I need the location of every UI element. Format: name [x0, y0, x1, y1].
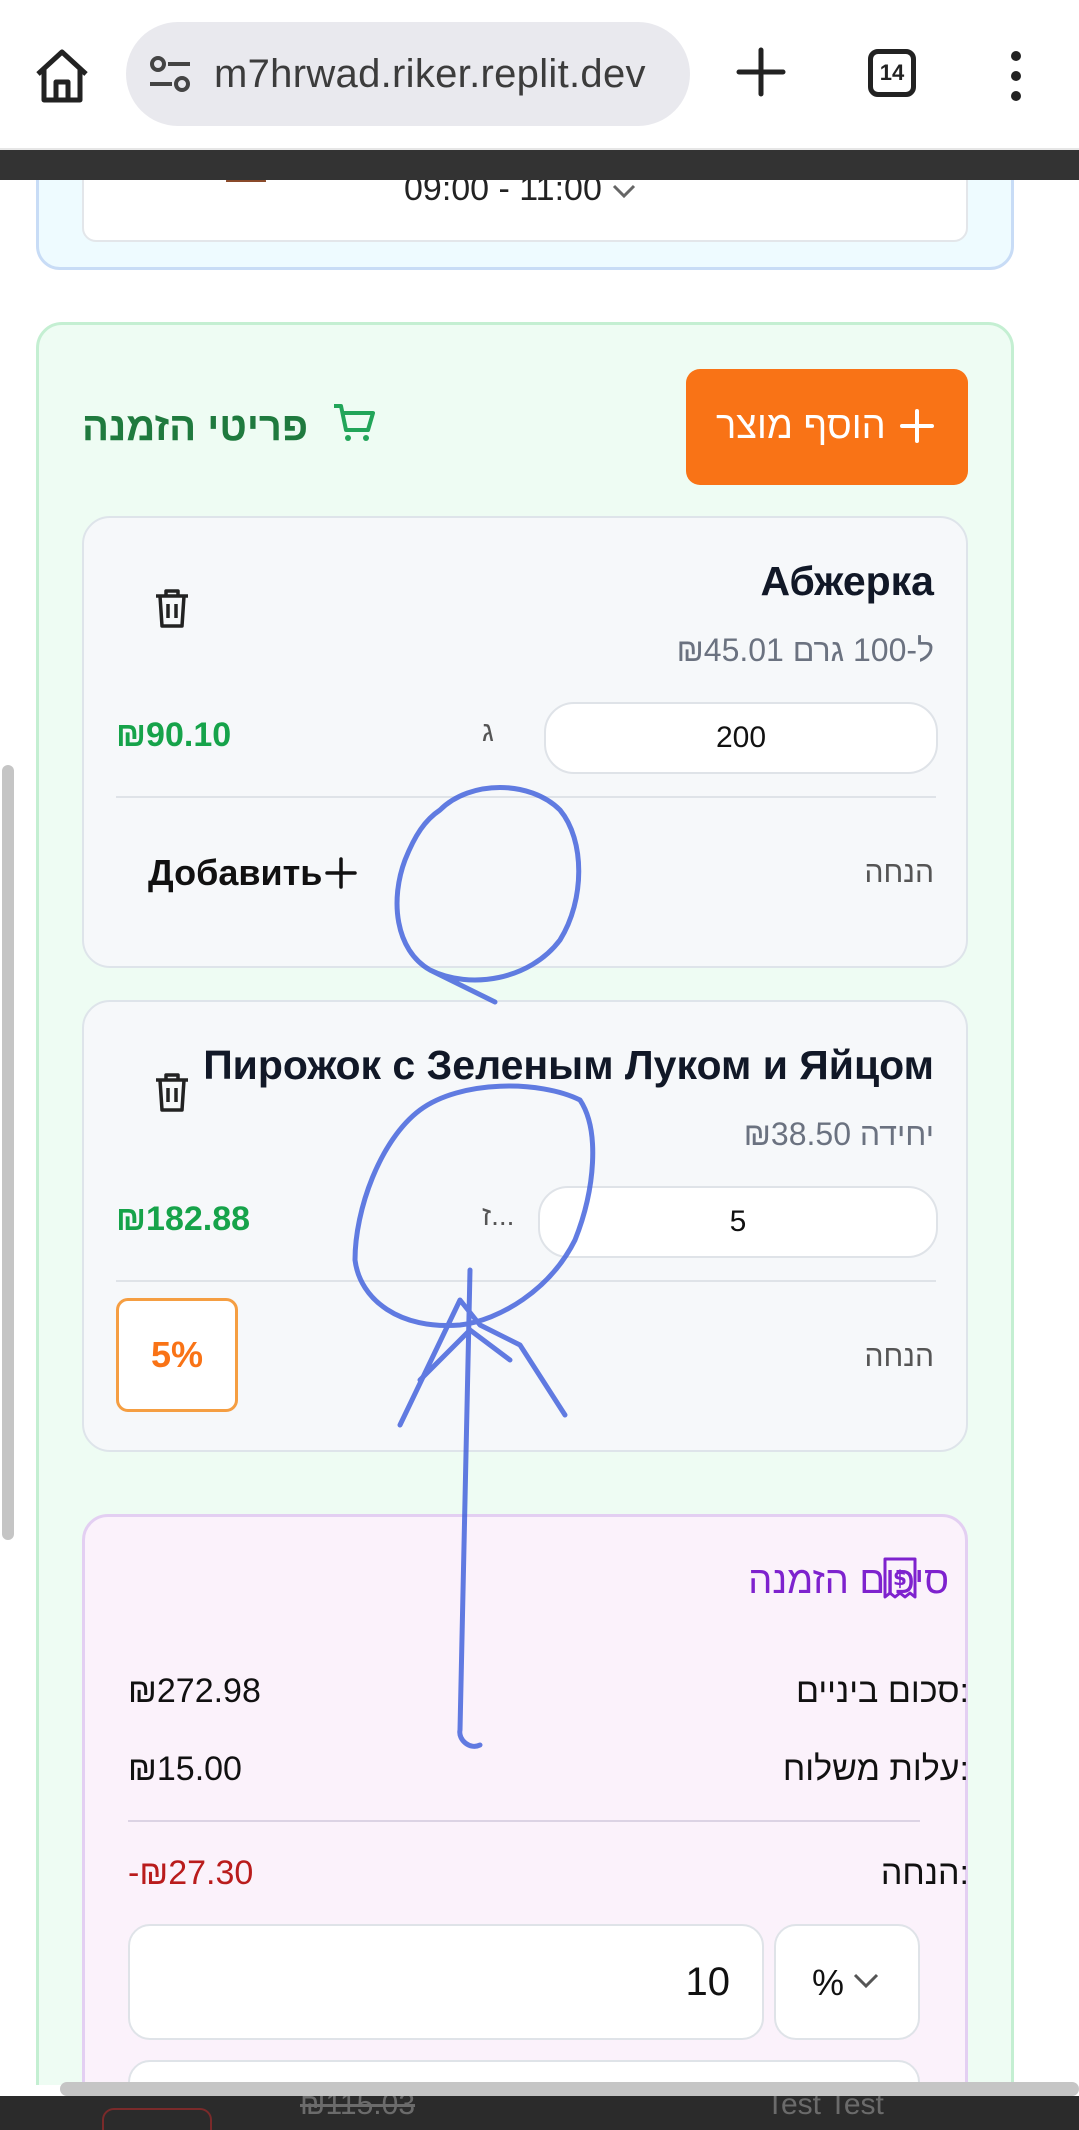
- url-text: m7hrwad.riker.replit.dev: [214, 52, 646, 96]
- divider: [116, 796, 936, 798]
- more-menu-icon[interactable]: [1004, 48, 1028, 104]
- vertical-scrollbar[interactable]: [2, 765, 14, 1540]
- horizontal-scrollbar[interactable]: [60, 2082, 1079, 2096]
- trash-icon[interactable]: [152, 586, 192, 630]
- quantity-input[interactable]: 200: [544, 702, 938, 774]
- page-content: 09:00 - 11:00 פריטי הזמנה הוסף מוצר Абже…: [0, 180, 1079, 2085]
- order-item-card: Абжерка ₪45.01 ל-100 גרם 200 ג ₪90.10 הנ…: [82, 516, 968, 968]
- strike-price: ₪115.03: [300, 2096, 416, 2121]
- plus-icon[interactable]: [324, 856, 358, 890]
- subtotal-value: ₪272.98: [128, 1672, 261, 1710]
- unit-label: ז...: [482, 1200, 515, 1231]
- discount-total-label: הנחה:: [880, 1854, 969, 1892]
- discount-badge[interactable]: 5%: [116, 1298, 238, 1412]
- shipping-label: עלות משלוח:: [782, 1750, 969, 1788]
- page-header-bar: [0, 150, 1079, 180]
- tab-switcher-button[interactable]: 14: [868, 49, 916, 97]
- discount-amount-input[interactable]: 10: [128, 1924, 764, 2040]
- item-name: Абжерка: [760, 558, 934, 604]
- address-bar[interactable]: m7hrwad.riker.replit.dev: [126, 22, 690, 126]
- trash-icon[interactable]: [152, 1070, 192, 1114]
- discount-type-value: %: [812, 1962, 845, 2003]
- discount-label: הנחה: [864, 1340, 934, 1373]
- home-icon[interactable]: [30, 44, 94, 108]
- chevron-down-icon: [853, 1973, 879, 1989]
- add-product-button[interactable]: הוסף מוצר: [686, 369, 968, 485]
- order-items-title: פריטי הזמנה: [82, 405, 309, 449]
- new-tab-icon[interactable]: [733, 44, 789, 100]
- add-product-label: הוסף מוצר: [716, 405, 886, 447]
- customer-name: Test Test: [766, 2096, 884, 2121]
- divider: [128, 1820, 920, 1822]
- cart-icon: [334, 404, 375, 441]
- browser-toolbar: m7hrwad.riker.replit.dev 14: [0, 0, 1079, 150]
- discount-total-value: -₪27.30: [128, 1854, 254, 1892]
- delivery-time-value: 09:00 - 11:00: [404, 180, 637, 209]
- item-name: Пирожок с Зеленым Луком и Яйцом: [203, 1042, 934, 1088]
- subtotal-label: סכום ביניים:: [795, 1672, 969, 1710]
- item-total: ₪90.10: [116, 716, 232, 754]
- next-section-peek: ₪115.03 Test Test: [0, 2096, 1079, 2130]
- unit-label: ג: [482, 716, 494, 747]
- avatar: [226, 180, 266, 182]
- divider: [116, 1280, 936, 1282]
- discount-label: הנחה: [864, 856, 934, 889]
- order-item-card: Пирожок с Зеленым Луком и Яйцом ₪38.50 י…: [82, 1000, 968, 1452]
- shipping-value: ₪15.00: [128, 1750, 242, 1788]
- status-badge: [102, 2108, 212, 2130]
- item-total: ₪182.88: [116, 1200, 251, 1238]
- quantity-input[interactable]: 5: [538, 1186, 938, 1258]
- summary-title: סיכום הזמנה: [748, 1560, 949, 1602]
- chevron-down-icon: [613, 184, 636, 199]
- plus-icon: [900, 409, 934, 443]
- add-discount-button[interactable]: Добавить: [148, 852, 322, 894]
- item-unit-price: ₪45.01 ל-100 גרם: [676, 632, 934, 668]
- item-unit-price: ₪38.50 יחידה: [743, 1116, 934, 1152]
- site-settings-icon[interactable]: [148, 54, 192, 94]
- discount-type-select[interactable]: %: [774, 1924, 920, 2040]
